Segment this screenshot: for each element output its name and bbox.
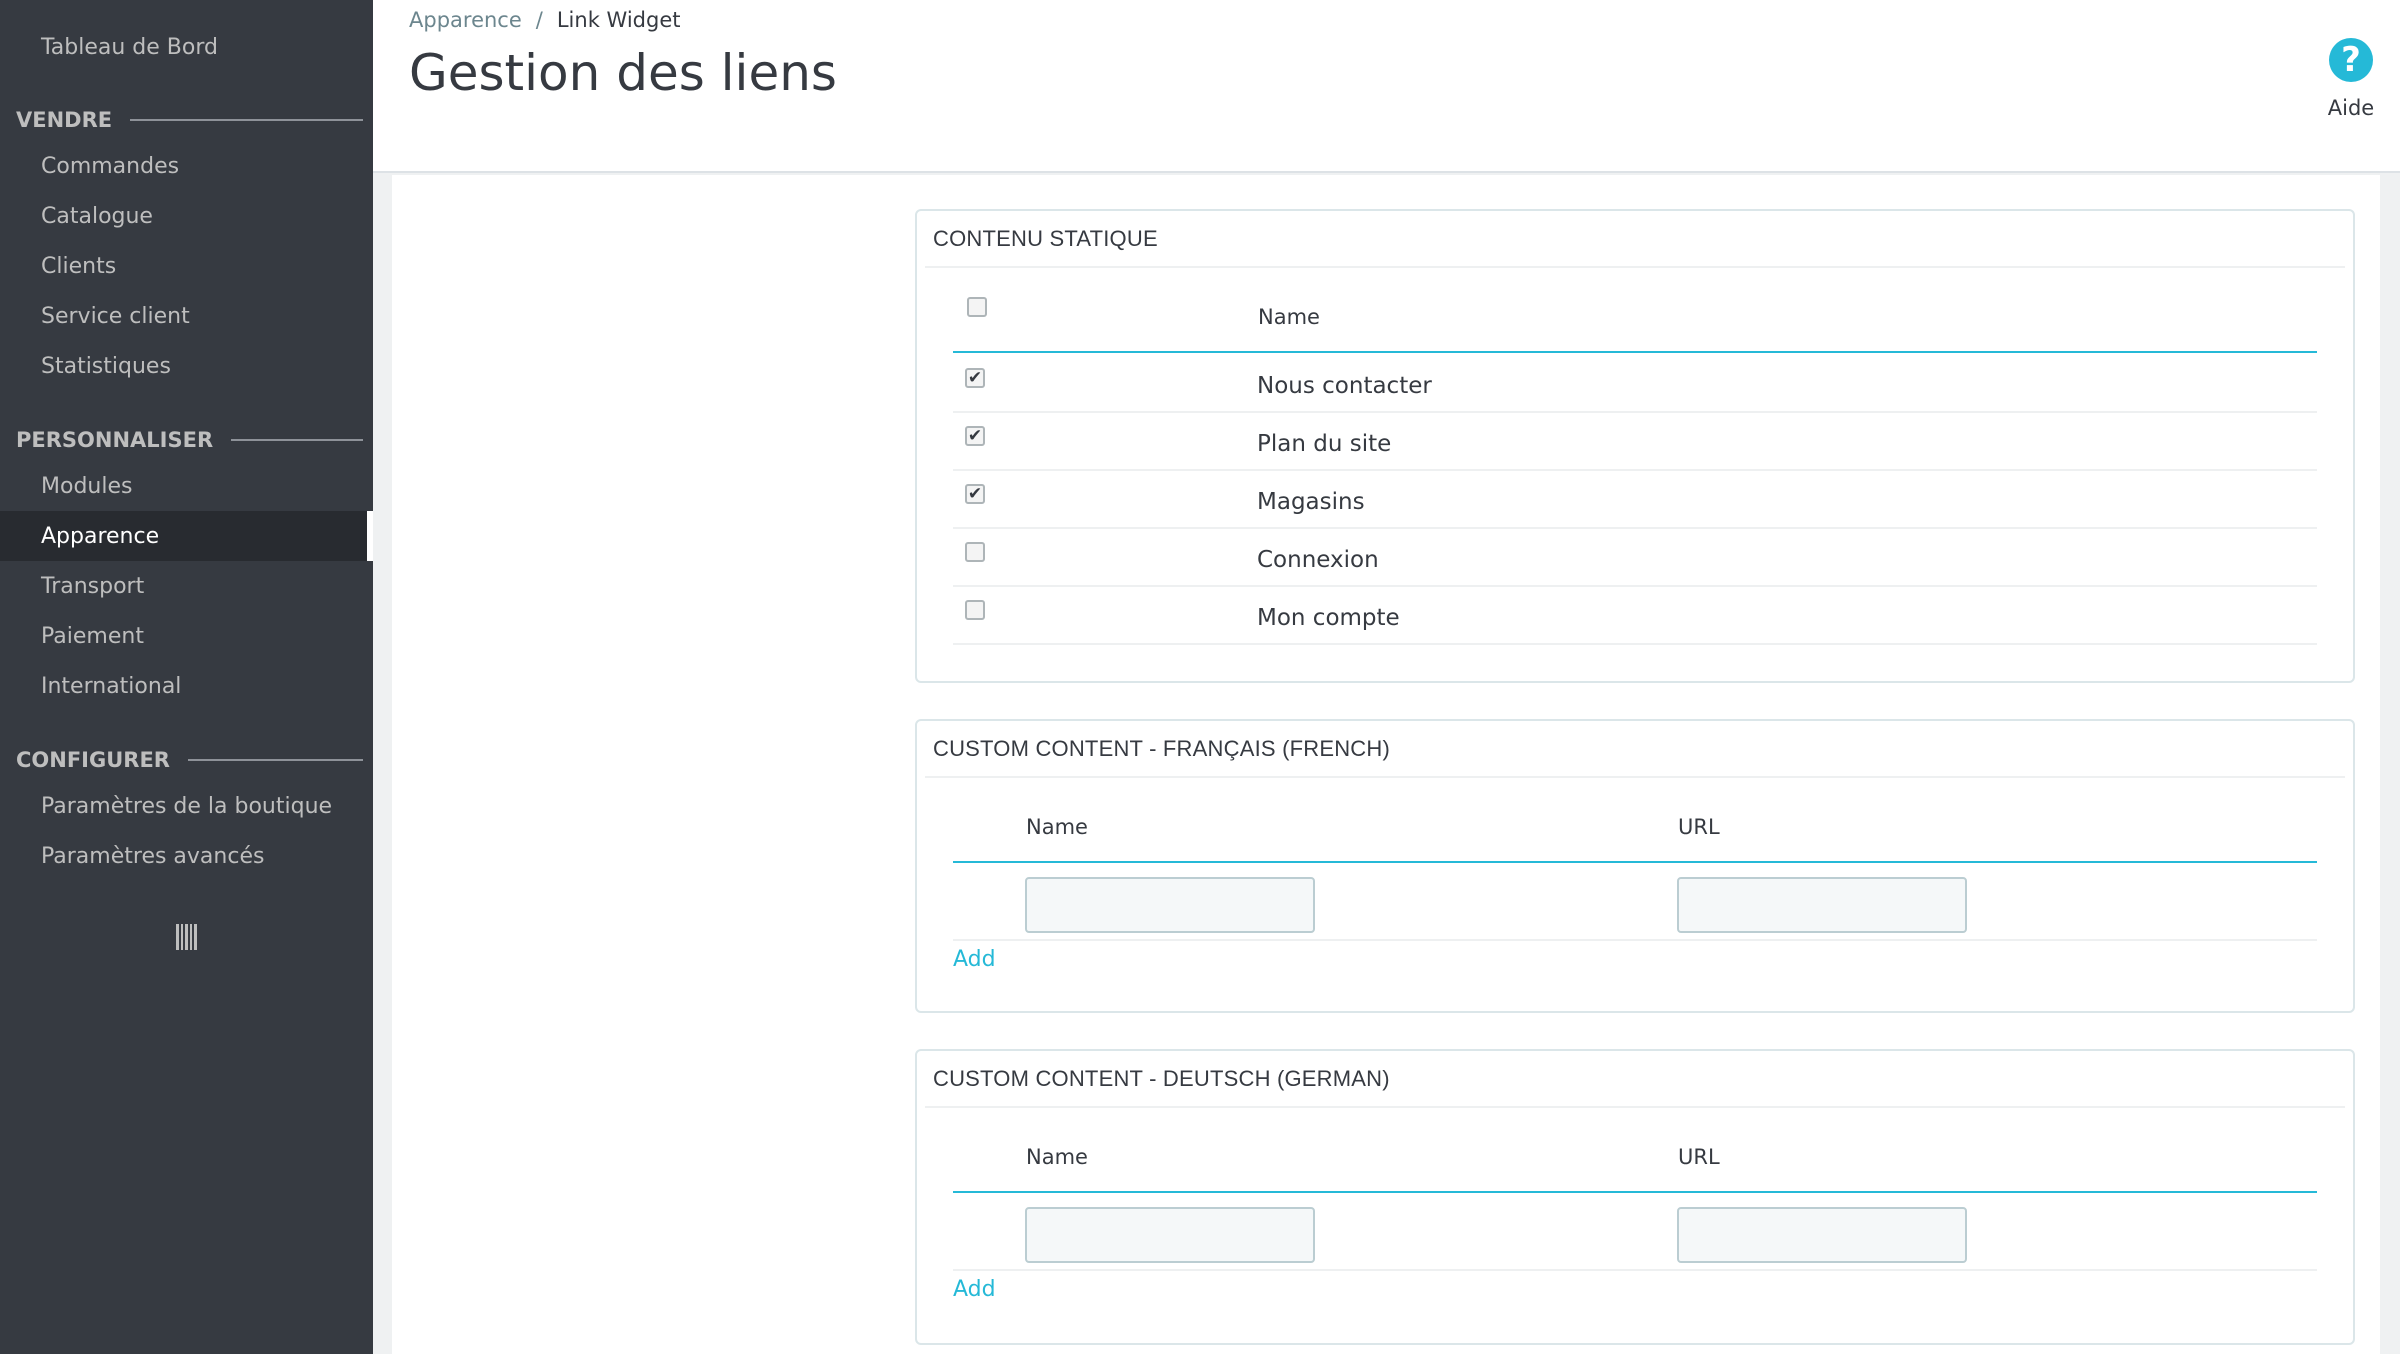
sidebar-item-paiement[interactable]: Paiement [0,611,373,661]
sidebar-item-parametres-boutique[interactable]: Paramètres de la boutique [0,781,373,831]
table-row: ✔ Magasins [953,471,2317,529]
column-header-url: URL [1678,815,1720,839]
sidebar-item-label: Clients [41,253,117,279]
url-input-fr[interactable] [1677,877,1967,933]
panel-title: CUSTOM CONTENT - FRANÇAIS (FRENCH) [925,721,2345,778]
static-table-header: Name [953,269,2317,353]
static-content-panel: CONTENU STATIQUE Name ✔ Nous contacter ✔… [915,209,2355,683]
row-name: Magasins [1257,489,1365,515]
sidebar-item-label: Apparence [41,523,160,549]
row-name: Plan du site [1257,431,1392,457]
table-row: Connexion [953,529,2317,587]
sidebar-section-title: VENDRE [16,108,113,132]
name-input-de[interactable] [1025,1207,1315,1263]
help-button[interactable]: ? Aide [2316,38,2386,120]
row-checkbox[interactable] [965,600,985,620]
table-row: Mon compte [953,587,2317,645]
sidebar-item-parametres-avances[interactable]: Paramètres avancés [0,831,373,881]
sidebar-section-title: PERSONNALISER [16,428,214,452]
sidebar-section-title: CONFIGURER [16,748,170,772]
page-header: Apparence / Link Widget Gestion des liens … [373,0,2400,173]
sidebar-item-label: Modules [41,473,133,499]
panel-title: CONTENU STATIQUE [925,211,2345,268]
help-label: Aide [2327,96,2375,120]
sidebar-item-label: Commandes [41,153,180,179]
sidebar-item-label: Service client [41,303,190,329]
column-header-name: Name [1026,1145,1088,1169]
section-divider [231,439,363,441]
sidebar-item-label: Tableau de Bord [41,34,218,60]
sidebar-item-apparence[interactable]: Apparence [0,511,373,561]
sidebar-item-international[interactable]: International [0,661,373,711]
custom-content-de-panel: CUSTOM CONTENT - DEUTSCH (GERMAN) Name U… [915,1049,2355,1345]
sidebar-item-commandes[interactable]: Commandes [0,141,373,191]
column-header-name: Name [1258,305,1320,329]
custom-fr-input-row [953,863,2317,941]
sidebar: Tableau de Bord VENDRE Commandes Catalog… [0,0,373,1354]
row-checkbox[interactable] [965,542,985,562]
page-title: Gestion des liens [409,44,837,102]
sidebar-item-service-client[interactable]: Service client [0,291,373,341]
sidebar-item-clients[interactable]: Clients [0,241,373,291]
barcode-icon[interactable] [176,924,198,950]
name-input-fr[interactable] [1025,877,1315,933]
table-row: ✔ Nous contacter [953,355,2317,413]
sidebar-item-statistiques[interactable]: Statistiques [0,341,373,391]
row-checkbox[interactable]: ✔ [965,368,985,388]
sidebar-item-tableau-de-bord[interactable]: Tableau de Bord [0,22,373,72]
column-header-url: URL [1678,1145,1720,1169]
sidebar-item-label: International [41,673,182,699]
add-link-fr[interactable]: Add [953,947,996,972]
question-circle-icon: ? [2329,38,2373,82]
add-link-de[interactable]: Add [953,1277,996,1302]
custom-content-fr-panel: CUSTOM CONTENT - FRANÇAIS (FRENCH) Name … [915,719,2355,1013]
breadcrumb-current: Link Widget [556,8,681,32]
sidebar-section-personnaliser: PERSONNALISER [16,425,363,455]
section-divider [187,759,363,761]
sidebar-section-configurer: CONFIGURER [16,745,363,775]
sidebar-item-label: Paiement [41,623,144,649]
breadcrumb-separator: / [535,8,543,32]
main-content: CONTENU STATIQUE Name ✔ Nous contacter ✔… [392,175,2380,1354]
row-name: Mon compte [1257,605,1400,631]
sidebar-item-catalogue[interactable]: Catalogue [0,191,373,241]
row-name: Nous contacter [1257,373,1432,399]
url-input-de[interactable] [1677,1207,1967,1263]
sidebar-item-label: Catalogue [41,203,153,229]
custom-fr-table-header: Name URL [953,779,2317,863]
sidebar-item-label: Paramètres avancés [41,843,265,869]
sidebar-item-label: Statistiques [41,353,171,379]
panel-title: CUSTOM CONTENT - DEUTSCH (GERMAN) [925,1051,2345,1108]
sidebar-item-label: Transport [41,573,145,599]
breadcrumb: Apparence / Link Widget [409,8,680,32]
row-name: Connexion [1257,547,1379,573]
custom-de-input-row [953,1193,2317,1271]
column-header-name: Name [1026,815,1088,839]
table-row: ✔ Plan du site [953,413,2317,471]
select-all-checkbox[interactable] [967,297,987,317]
sidebar-item-transport[interactable]: Transport [0,561,373,611]
sidebar-section-vendre: VENDRE [16,105,363,135]
sidebar-item-modules[interactable]: Modules [0,461,373,511]
row-checkbox[interactable]: ✔ [965,484,985,504]
sidebar-item-label: Paramètres de la boutique [41,793,333,819]
breadcrumb-link-apparence[interactable]: Apparence [409,8,522,32]
row-checkbox[interactable]: ✔ [965,426,985,446]
custom-de-table-header: Name URL [953,1109,2317,1193]
section-divider [130,119,363,121]
